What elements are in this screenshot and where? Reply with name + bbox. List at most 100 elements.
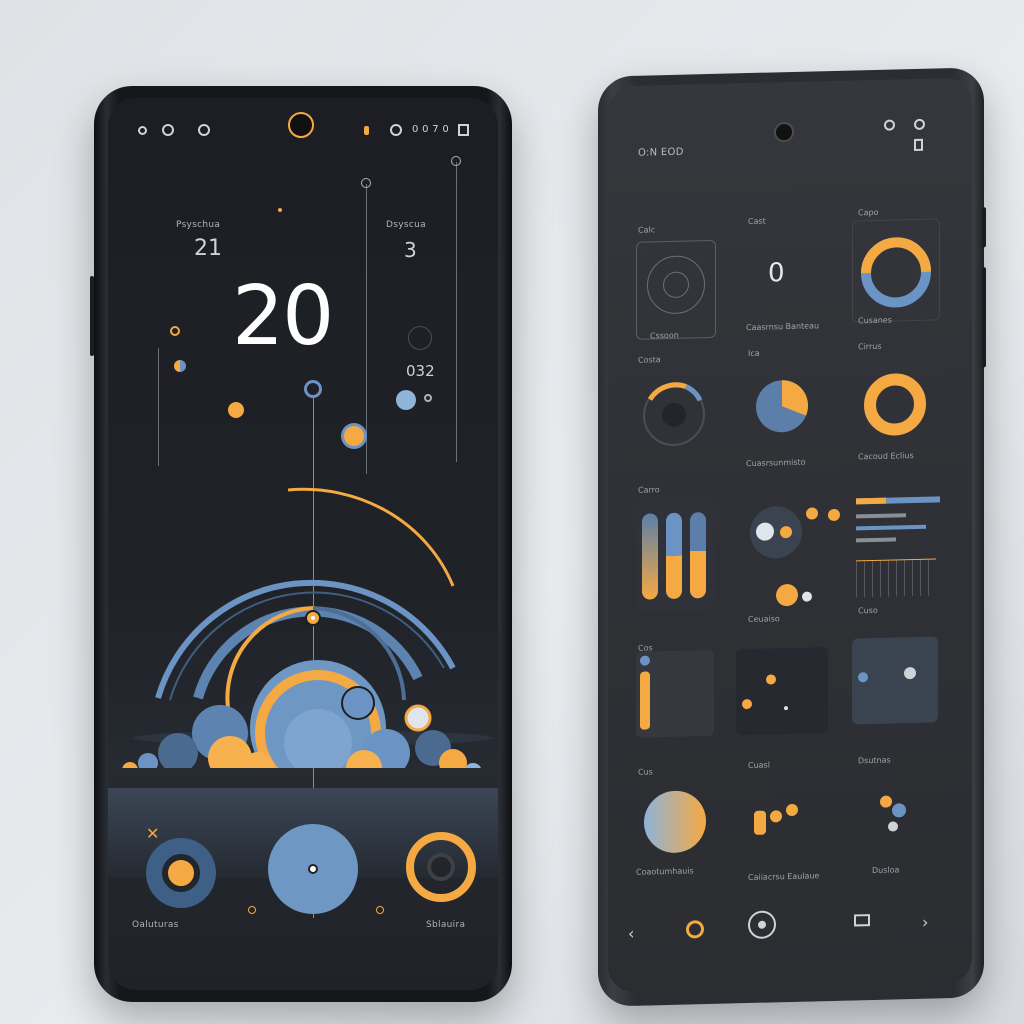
widget-toggle[interactable] [736,783,828,863]
accent-ring-icon[interactable] [686,920,704,939]
settings-icon[interactable] [884,119,895,131]
right-phone-screen: O:N EOD Calc Cast Capo Cssoon 0 Caasrnsu… [608,77,972,993]
accent-dot [278,208,282,212]
widget-label: Ceuaiso [748,614,780,625]
widget-donut[interactable] [852,218,940,323]
row2-top-label: Cirrus [858,341,882,352]
widget-gradient-orb[interactable] [636,780,714,872]
widget-gauge[interactable] [636,368,714,470]
orb [122,762,138,768]
widget-radar[interactable] [636,239,716,340]
apps-icon[interactable] [854,914,870,927]
status-indicators: 0 0 7 0 [412,124,450,135]
left-phone-screen: 0 0 7 0 Psyschua 21 Dsyscua 3 20 032 ✕ O… [108,98,498,990]
close-icon[interactable]: ✕ [146,824,159,843]
widget-counter-value: 0 [768,258,785,289]
bottom-left-label: Oaluturas [132,920,179,930]
target-icon [162,854,200,892]
split-dot-icon [174,360,186,372]
gradient-orb-icon [644,790,706,854]
cluster-dot [892,803,906,818]
widget-label: Dusloa [872,865,900,876]
widget-label: Coaotumhauis [636,866,694,877]
bubble [776,583,798,607]
progress-dot [640,655,650,666]
widget-progress[interactable] [636,649,714,738]
home-button[interactable] [748,910,776,940]
widget-cluster[interactable] [852,776,938,858]
forward-icon[interactable]: › [922,913,928,932]
scatter-point [742,698,752,710]
row5-top-label: Cus [638,767,653,777]
battery-icon [914,138,923,151]
ring-node [304,380,322,398]
toggle-dot [770,810,782,823]
volume-button[interactable] [982,267,986,368]
widget-list[interactable] [852,488,940,602]
pie-chart-icon [756,380,808,433]
account-icon[interactable] [914,118,925,130]
mini-histogram [856,558,936,598]
row2-top-label: Costa [638,355,661,365]
power-button[interactable] [982,207,986,248]
left-number: 21 [194,236,222,261]
widget-bubbles[interactable] [736,495,840,609]
orb [341,686,375,720]
widget-map[interactable] [852,636,938,725]
right-number: 3 [404,238,417,262]
donut-chart-icon [861,237,931,308]
center-circle-button[interactable] [268,824,358,914]
guide-node [451,156,461,166]
ring-button[interactable] [406,832,476,902]
scatter-point [784,706,788,711]
left-label: Psyschua [176,220,221,230]
target-button[interactable] [146,838,216,908]
toggle-bar [754,810,766,835]
accent-ring-icon [170,326,180,336]
wifi-icon [162,124,174,136]
bubble [802,591,812,602]
ring-icon [408,326,432,350]
cluster-dot [880,795,892,808]
bubble [828,508,840,522]
widget-bars[interactable] [636,497,714,612]
volume-button[interactable] [90,276,94,356]
scatter-point [766,674,776,685]
row5-top-label: Cuasl [748,760,770,771]
bar [642,513,658,600]
row1-top-label: Cast [748,216,766,227]
right-phone: O:N EOD Calc Cast Capo Cssoon 0 Caasrnsu… [598,67,986,1007]
cluster-dot [888,821,898,832]
back-icon[interactable]: ‹ [628,924,634,943]
front-camera [288,112,314,138]
signal-icon [138,126,147,135]
widget-label: Cuasrsunmisto [746,457,806,469]
bubble [806,507,818,520]
left-phone: 0 0 7 0 Psyschua 21 Dsyscua 3 20 032 ✕ O… [90,86,512,1002]
list-line [856,537,896,543]
widget-pie[interactable] [736,359,828,461]
widget-label: Cusanes [858,315,892,326]
small-ring [424,394,432,402]
widget-ring[interactable] [852,354,938,456]
widget-scatter[interactable] [736,647,828,736]
ring-icon [427,853,455,881]
bar [666,512,682,600]
blue-dot [396,390,416,410]
row2-top-label: Ica [748,348,760,359]
front-camera [774,121,794,143]
accent-dot [228,402,244,418]
guide-node [361,178,371,188]
row3-top-label: Carro [638,485,660,495]
side-value: 032 [406,362,435,380]
bottom-right-label: Sblauira [426,920,466,930]
progress-bar [640,671,650,730]
guide-line [456,162,457,462]
notification-icon [198,124,210,136]
row1-top-label: Calc [638,225,656,235]
widget-label: Caiiacrsu Eaulaue [748,871,820,883]
map-point [858,672,868,683]
accent-arc [287,487,455,587]
circle-node-icon [308,864,318,874]
list-line [856,513,906,519]
